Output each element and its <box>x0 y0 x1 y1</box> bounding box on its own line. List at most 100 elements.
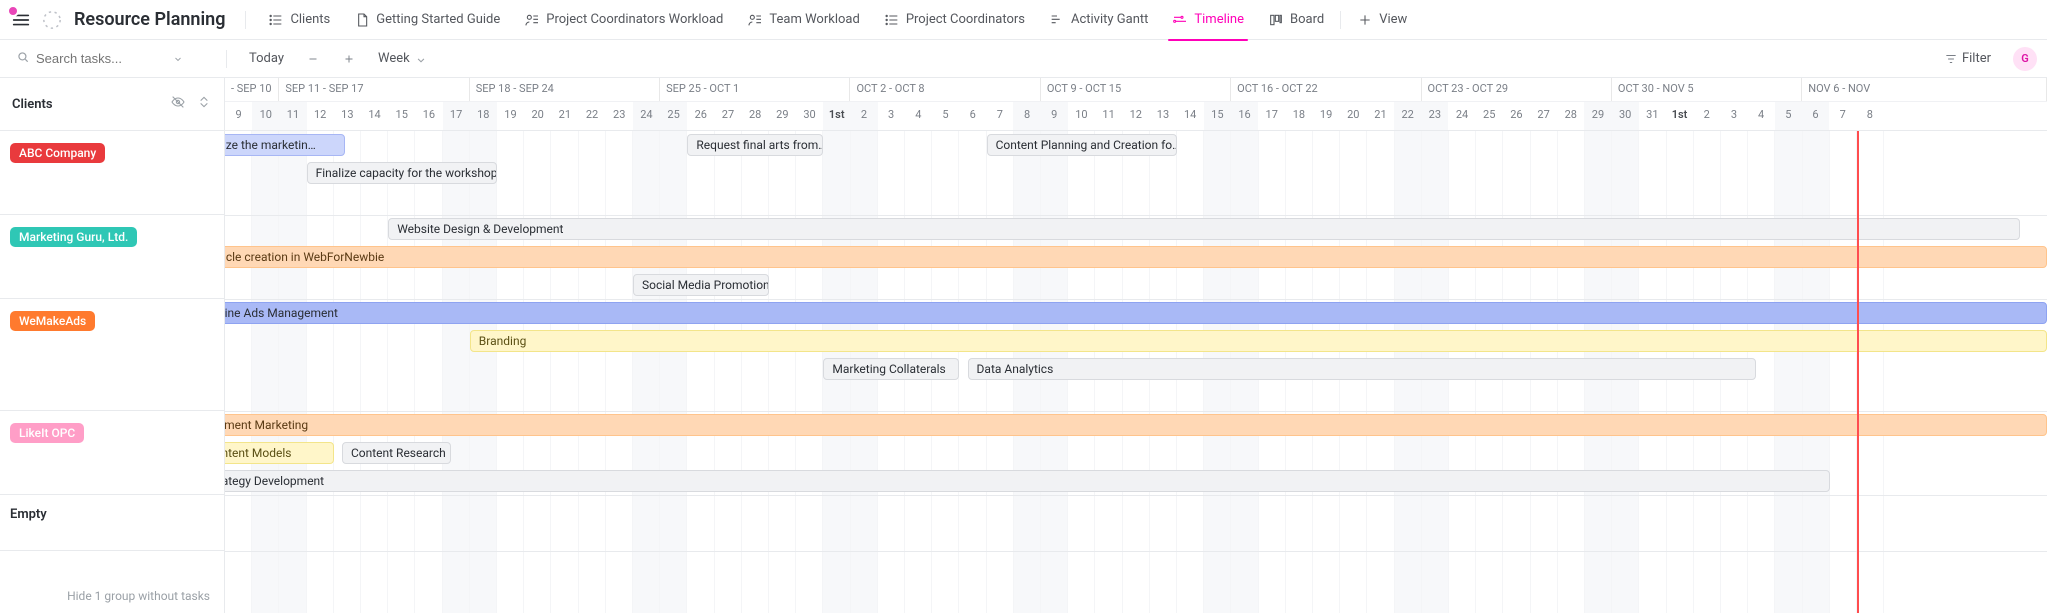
timeline-canvas[interactable]: - SEP 10SEP 11 - SEP 17SEP 18 - SEP 24SE… <box>225 78 2047 613</box>
tab-project-coordinators-workload[interactable]: Project Coordinators Workload <box>512 0 735 40</box>
day-header: 23 <box>1421 102 1448 130</box>
tab-activity-gantt[interactable]: Activity Gantt <box>1037 0 1160 40</box>
day-header: 10 <box>1068 102 1095 130</box>
day-header: 19 <box>497 102 524 130</box>
notifications-badge <box>7 5 19 17</box>
week-header: OCT 9 - OCT 15 <box>1041 78 1231 101</box>
search-input[interactable] <box>36 51 166 66</box>
day-header: 30 <box>1612 102 1639 130</box>
today-button[interactable]: Today <box>243 47 290 70</box>
week-header: OCT 23 - OCT 29 <box>1422 78 1612 101</box>
week-header: SEP 18 - SEP 24 <box>470 78 660 101</box>
day-header: 5 <box>1775 102 1802 130</box>
group-row-abc[interactable]: ABC Company <box>0 131 224 215</box>
week-header: SEP 25 - OCT 1 <box>660 78 850 101</box>
day-header: 5 <box>932 102 959 130</box>
group-by-pill[interactable]: G <box>2013 47 2037 71</box>
week-header: OCT 30 - NOV 5 <box>1612 78 1802 101</box>
task-bar[interactable]: Website Design & Development <box>388 218 2020 240</box>
tab-timeline[interactable]: Timeline <box>1160 0 1256 40</box>
tab-view[interactable]: View <box>1345 0 1419 40</box>
day-header: 9 <box>225 102 252 130</box>
plus-icon <box>1357 12 1373 28</box>
workload-icon <box>524 12 540 28</box>
hide-icon[interactable] <box>170 94 186 114</box>
group-row-wma[interactable]: WeMakeAds <box>0 299 224 411</box>
day-header: 19 <box>1313 102 1340 130</box>
group-row-likeit[interactable]: LikeIt OPC <box>0 411 224 495</box>
space-icon <box>38 6 66 34</box>
day-header: 30 <box>796 102 823 130</box>
day-header: 17 <box>443 102 470 130</box>
day-header: 8 <box>1856 102 1883 130</box>
day-header: 26 <box>687 102 714 130</box>
day-header: 31 <box>1639 102 1666 130</box>
group-row-empty[interactable]: Empty <box>0 495 224 551</box>
day-header: 7 <box>986 102 1013 130</box>
task-bar[interactable]: Marketing Collaterals <box>823 358 959 380</box>
hamburger-menu[interactable] <box>10 9 32 31</box>
day-header: 21 <box>1367 102 1394 130</box>
toolbar: Today Week Filter G <box>0 40 2047 78</box>
day-header: 28 <box>742 102 769 130</box>
zoom-out-button[interactable] <box>300 48 326 70</box>
task-bar[interactable]: Social Media Promotion <box>633 274 769 296</box>
tab-team-workload[interactable]: Team Workload <box>735 0 871 40</box>
task-bar[interactable]: Online Ads Management <box>225 302 2047 324</box>
day-header: 14 <box>361 102 388 130</box>
task-bar[interactable]: Article creation in WebForNewbie <box>225 246 2047 268</box>
day-header: 7 <box>1829 102 1856 130</box>
day-header: 28 <box>1557 102 1584 130</box>
search-box[interactable] <box>10 46 210 72</box>
list-icon <box>884 12 900 28</box>
day-header: 6 <box>959 102 986 130</box>
zoom-level-select[interactable]: Week <box>372 47 432 70</box>
week-header: - SEP 10 <box>225 78 279 101</box>
topbar: Resource Planning ClientsGetting Started… <box>0 0 2047 40</box>
day-header: 1st <box>823 102 850 130</box>
day-header: 21 <box>551 102 578 130</box>
task-bar[interactable]: Content Research <box>342 442 451 464</box>
day-header: 26 <box>1503 102 1530 130</box>
task-bar[interactable]: Content Planning and Creation fo… <box>987 134 1177 156</box>
day-header: 13 <box>334 102 361 130</box>
chevron-down-icon[interactable] <box>172 53 184 65</box>
week-header: SEP 11 - SEP 17 <box>279 78 469 101</box>
group-pill: ABC Company <box>10 143 105 163</box>
tab-project-coordinators[interactable]: Project Coordinators <box>872 0 1037 40</box>
day-header: 22 <box>1394 102 1421 130</box>
search-icon <box>16 50 30 68</box>
day-header: 20 <box>1340 102 1367 130</box>
tab-getting-started-guide[interactable]: Getting Started Guide <box>342 0 512 40</box>
group-row-mg[interactable]: Marketing Guru, Ltd. <box>0 215 224 299</box>
day-header: 24 <box>633 102 660 130</box>
zoom-in-button[interactable] <box>336 48 362 70</box>
task-bar[interactable]: Moment Marketing <box>225 414 2047 436</box>
task-bar[interactable]: Request final arts from… <box>687 134 823 156</box>
day-header: 11 <box>1095 102 1122 130</box>
task-bar[interactable]: Data Analytics <box>968 358 1757 380</box>
hide-empty-groups-link[interactable]: Hide 1 group without tasks <box>0 579 224 613</box>
day-header: 18 <box>470 102 497 130</box>
space-title: Resource Planning <box>74 9 225 30</box>
day-header: 9 <box>1041 102 1068 130</box>
day-header: 3 <box>1720 102 1747 130</box>
task-bar[interactable]: Strategy Development <box>225 470 1830 492</box>
tab-board[interactable]: Board <box>1256 0 1336 40</box>
day-header: 29 <box>1584 102 1611 130</box>
tab-clients[interactable]: Clients <box>256 0 342 40</box>
task-bar[interactable]: Content Models <box>225 442 334 464</box>
day-header: 15 <box>388 102 415 130</box>
day-header: 14 <box>1177 102 1204 130</box>
group-label: Empty <box>10 507 47 522</box>
group-pill: Marketing Guru, Ltd. <box>10 227 137 247</box>
group-pill: WeMakeAds <box>10 311 95 331</box>
day-header: 29 <box>769 102 796 130</box>
task-bar[interactable]: nalize the marketin… <box>225 134 345 156</box>
filter-button[interactable]: Filter <box>1938 47 1997 70</box>
task-bar[interactable]: Finalize capacity for the workshop <box>307 162 497 184</box>
collapse-icon[interactable] <box>196 94 212 114</box>
task-bar[interactable]: Branding <box>470 330 2047 352</box>
day-header: 18 <box>1285 102 1312 130</box>
day-header: 23 <box>606 102 633 130</box>
